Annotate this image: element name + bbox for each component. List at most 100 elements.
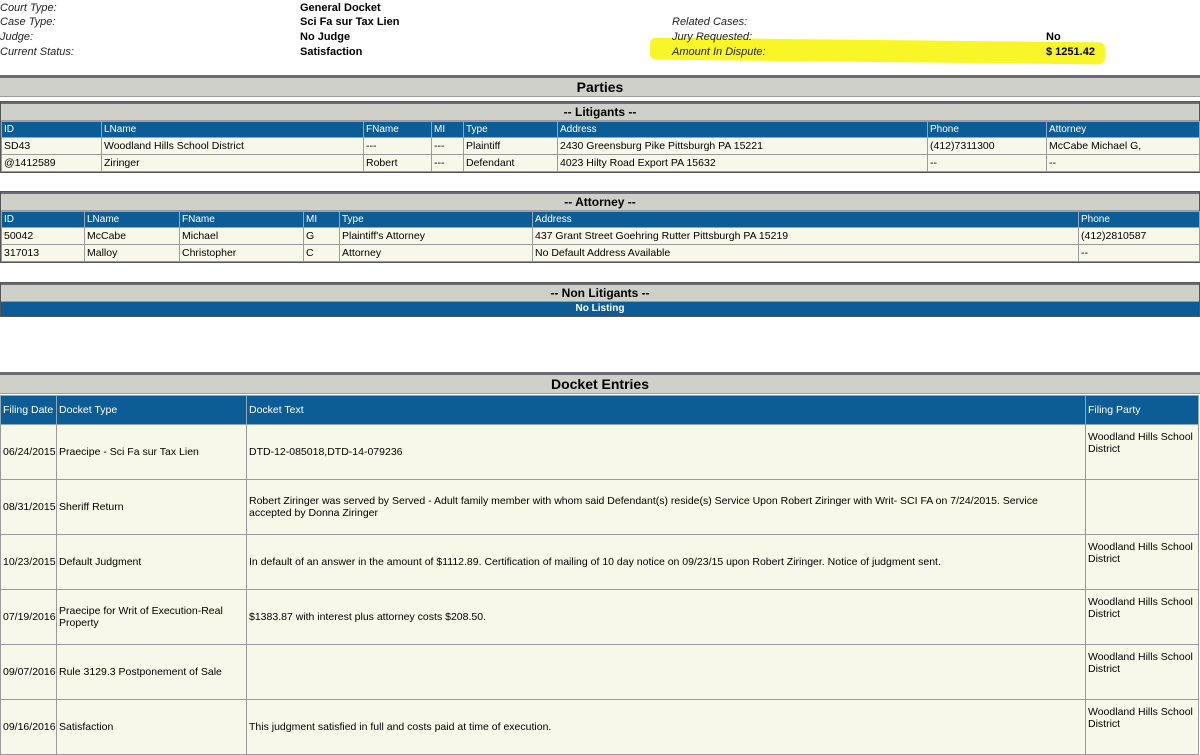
litigant-cell: Plaintiff <box>463 137 558 155</box>
litigant-cell: -- <box>927 154 1047 172</box>
attorney-col-id: ID <box>1 211 85 228</box>
docket-entry-cell: Satisfaction <box>56 699 247 755</box>
amount-label: Amount In Dispute: <box>672 46 766 58</box>
litigant-cell: -- <box>1046 154 1200 172</box>
litigant-row: SD43 Woodland Hills School District --- ---… <box>1 137 1200 155</box>
docket-table: Filing Date Docket Type Docket Text Filing … <box>0 395 1199 755</box>
litigant-cell: --- <box>431 137 464 155</box>
attorney-cell: G <box>303 227 340 245</box>
litigants-col-mi: MI <box>431 121 464 138</box>
docket-entry-row: 09/07/2016 Rule 3129.3 Postponement of Sa… <box>0 644 1199 700</box>
attorney-cell: Christopher <box>179 244 304 262</box>
parties-heading: Parties <box>0 75 1200 97</box>
attorney-col-phone: Phone <box>1078 211 1200 228</box>
attorney-col-type: Type <box>339 211 533 228</box>
litigants-panel: -- Litigants -- ID LName FName MI Type Addres… <box>0 101 1200 173</box>
case-type-label: Case Type: <box>0 16 56 28</box>
docket-entry-cell: DTD-12-085018,DTD-14-079236 <box>246 424 1086 480</box>
attorney-cell: Attorney <box>339 244 533 262</box>
no-listing: No Listing <box>1 302 1199 316</box>
status-value: Satisfaction <box>300 46 363 58</box>
docket-entry-cell: 06/24/2015 <box>0 424 57 480</box>
docket-entry-cell: This judgment satisfied in full and cost… <box>246 699 1086 755</box>
docket-entry-cell <box>1085 479 1199 535</box>
litigants-col-lname: LName <box>101 121 364 138</box>
docket-entry-cell: Rule 3129.3 Postponement of Sale <box>56 644 247 700</box>
docket-entry-cell <box>246 644 1086 700</box>
docket-entry-cell: Woodland Hills School District <box>1085 424 1199 480</box>
attorney-cell: Michael <box>179 227 304 245</box>
litigants-col-phone: Phone <box>927 121 1047 138</box>
attorney-cell: 317013 <box>1 244 85 262</box>
litigants-table: ID LName FName MI Type Address Phone Attorney S… <box>1 121 1200 172</box>
docket-entry-cell: Praecipe - Sci Fa sur Tax Lien <box>56 424 247 480</box>
attorney-cell: Malloy <box>84 244 180 262</box>
litigant-cell: 4023 Hilty Road Export PA 15632 <box>557 154 928 172</box>
litigant-cell: Robert <box>363 154 432 172</box>
attorney-heading: -- Attorney -- <box>1 192 1199 211</box>
amount-value: $ 1251.42 <box>1046 46 1095 58</box>
docket-col-docket-type: Docket Type <box>56 395 247 425</box>
docket-entry-cell: Praecipe for Writ of Execution-Real Prop… <box>56 589 247 645</box>
docket-col-docket-text: Docket Text <box>246 395 1086 425</box>
status-label: Current Status: <box>0 46 74 58</box>
non-litigants-heading: -- Non Litigants -- <box>1 283 1199 302</box>
non-litigants-panel: -- Non Litigants -- No Listing <box>0 282 1200 317</box>
attorney-table: ID LName FName MI Type Address Phone 50042 McCa… <box>1 211 1200 262</box>
litigants-heading: -- Litigants -- <box>1 102 1199 121</box>
attorney-row: 317013 Malloy Christopher C Attorney No Defau… <box>1 244 1200 262</box>
litigant-cell: McCabe Michael G, <box>1046 137 1200 155</box>
docket-heading: Docket Entries <box>0 372 1200 394</box>
related-cases-label: Related Cases: <box>672 16 748 28</box>
litigants-col-fname: FName <box>363 121 432 138</box>
litigant-cell: Defendant <box>463 154 558 172</box>
jury-value: No <box>1046 31 1061 43</box>
docket-entry-row: 08/31/2015 Sheriff Return Robert Ziringer … <box>0 479 1199 535</box>
litigant-row: @1412589 Ziringer Robert --- Defendant 4023 H… <box>1 154 1200 172</box>
court-type-value: General Docket <box>300 2 381 14</box>
litigant-cell: --- <box>363 137 432 155</box>
docket-col-filing-date: Filing Date <box>0 395 57 425</box>
docket-entry-row: 09/16/2016 Satisfaction This judgment sati… <box>0 699 1199 755</box>
attorney-cell: Plaintiff's Attorney <box>339 227 533 245</box>
litigants-col-id: ID <box>1 121 102 138</box>
attorney-row: 50042 McCabe Michael G Plaintiff's Attorney 4… <box>1 227 1200 245</box>
docket-entry-row: 07/19/2016 Praecipe for Writ of Execution… <box>0 589 1199 645</box>
attorney-col-address: Address <box>532 211 1079 228</box>
litigant-cell: (412)7311300 <box>927 137 1047 155</box>
docket-entry-cell: Woodland Hills School District <box>1085 644 1199 700</box>
litigants-col-attorney: Attorney <box>1046 121 1200 138</box>
case-type-value: Sci Fa sur Tax Lien <box>300 16 400 28</box>
judge-value: No Judge <box>300 31 351 43</box>
attorney-col-lname: LName <box>84 211 180 228</box>
docket-entry-cell: 07/19/2016 <box>0 589 57 645</box>
attorney-cell: -- <box>1078 244 1200 262</box>
docket-entry-cell: Sheriff Return <box>56 479 247 535</box>
litigants-col-address: Address <box>557 121 928 138</box>
docket-entry-cell: Default Judgment <box>56 534 247 590</box>
docket-entry-row: 10/23/2015 Default Judgment In default of … <box>0 534 1199 590</box>
docket-entry-row: 06/24/2015 Praecipe - Sci Fa sur Tax Lien… <box>0 424 1199 480</box>
attorney-cell: McCabe <box>84 227 180 245</box>
litigant-cell: SD43 <box>1 137 102 155</box>
docket-entry-cell: 10/23/2015 <box>0 534 57 590</box>
attorney-cell: (412)2810587 <box>1078 227 1200 245</box>
attorney-cell: No Default Address Available <box>532 244 1079 262</box>
judge-label: Judge: <box>0 31 34 43</box>
docket-entry-cell: 09/07/2016 <box>0 644 57 700</box>
litigant-cell: 2430 Greensburg Pike Pittsburgh PA 15221 <box>557 137 928 155</box>
docket-entry-cell: Woodland Hills School District <box>1085 699 1199 755</box>
docket-entry-cell: Robert Ziringer was served by Served - A… <box>246 479 1086 535</box>
attorney-cell: C <box>303 244 340 262</box>
attorney-cell: 50042 <box>1 227 85 245</box>
litigant-cell: @1412589 <box>1 154 102 172</box>
docket-entry-cell: 08/31/2015 <box>0 479 57 535</box>
docket-entry-cell: Woodland Hills School District <box>1085 534 1199 590</box>
attorney-col-fname: FName <box>179 211 304 228</box>
docket-entry-cell: In default of an answer in the amount of… <box>246 534 1086 590</box>
attorney-cell: 437 Grant Street Goehring Rutter Pittsbu… <box>532 227 1079 245</box>
docket-entry-cell: 09/16/2016 <box>0 699 57 755</box>
litigants-col-type: Type <box>463 121 558 138</box>
docket-entry-cell: Woodland Hills School District <box>1085 589 1199 645</box>
docket-col-filing-party: Filing Party <box>1085 395 1199 425</box>
